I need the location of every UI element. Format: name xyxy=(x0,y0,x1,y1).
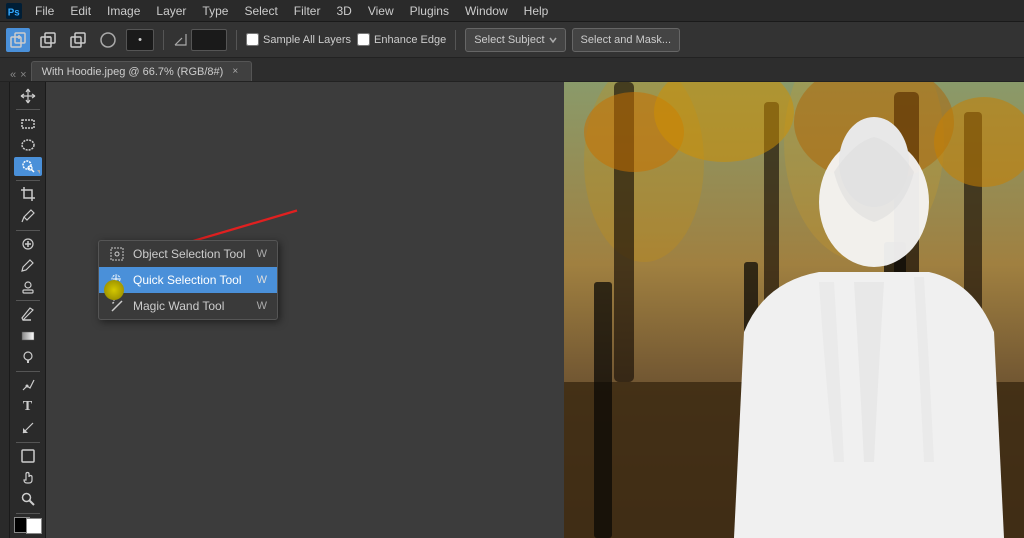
magic-wand-shortcut: W xyxy=(257,300,267,312)
separator-3 xyxy=(455,30,456,50)
context-quick-selection[interactable]: Quick Selection Tool W xyxy=(99,267,277,293)
zoom-tool-btn[interactable] xyxy=(14,489,42,508)
lasso-tool-btn[interactable] xyxy=(14,135,42,154)
magic-wand-label: Magic Wand Tool xyxy=(133,299,224,313)
options-bar: 29° Sample All Layers Enhance Edge Selec… xyxy=(0,22,1024,58)
sample-all-layers-text: Sample All Layers xyxy=(263,34,351,46)
tab-bar: « × With Hoodie.jpeg @ 66.7% (RGB/8#) × xyxy=(0,58,1024,82)
document-tab[interactable]: With Hoodie.jpeg @ 66.7% (RGB/8#) × xyxy=(31,61,253,81)
menu-bar: Ps File Edit Image Layer Type Select Fil… xyxy=(0,0,1024,22)
add-selection-btn[interactable] xyxy=(6,28,30,52)
eraser-tool-btn[interactable] xyxy=(14,305,42,324)
enhance-edge-label[interactable]: Enhance Edge xyxy=(357,33,446,46)
text-tool-btn[interactable]: T xyxy=(14,397,42,416)
toolbar-sep-1 xyxy=(16,109,40,110)
dodge-tool-btn[interactable] xyxy=(14,348,42,367)
enhance-edge-checkbox[interactable] xyxy=(357,33,370,46)
separator-2 xyxy=(236,30,237,50)
toolbar-sep-6 xyxy=(16,442,40,443)
magic-wand-icon xyxy=(109,298,125,314)
quick-selection-menu-icon xyxy=(109,272,125,288)
svg-text:Ps: Ps xyxy=(8,7,21,18)
toolbar-sep-2 xyxy=(16,180,40,181)
separator-1 xyxy=(163,30,164,50)
quick-selection-menu-label: Quick Selection Tool xyxy=(133,273,242,287)
pen-tool-btn[interactable] xyxy=(14,376,42,395)
brush-size-input[interactable] xyxy=(126,29,154,51)
marquee-tool-btn[interactable] xyxy=(14,114,42,133)
color-swatches[interactable] xyxy=(14,517,42,534)
menu-image[interactable]: Image xyxy=(100,2,147,20)
toolbar-sep-4 xyxy=(16,300,40,301)
doc-tab-title: With Hoodie.jpeg @ 66.7% (RGB/8#) xyxy=(42,66,224,78)
object-selection-icon xyxy=(109,246,125,262)
subtract-selection-btn[interactable] xyxy=(36,28,60,52)
context-magic-wand[interactable]: Magic Wand Tool W xyxy=(99,293,277,319)
menu-window[interactable]: Window xyxy=(458,2,515,20)
angle-box: 29° xyxy=(173,29,227,51)
gradient-tool-btn[interactable] xyxy=(14,326,42,345)
menu-3d[interactable]: 3D xyxy=(329,2,358,20)
quick-select-tool-btn[interactable] xyxy=(14,157,42,176)
canvas-area: Object Selection Tool W Quick Selection … xyxy=(46,82,1024,538)
menu-select[interactable]: Select xyxy=(237,2,284,20)
menu-layer[interactable]: Layer xyxy=(149,2,193,20)
toolbar-sep-5 xyxy=(16,371,40,372)
menu-filter[interactable]: Filter xyxy=(287,2,328,20)
select-and-mask-button[interactable]: Select and Mask... xyxy=(572,28,681,52)
object-selection-label: Object Selection Tool xyxy=(133,247,246,261)
context-object-selection[interactable]: Object Selection Tool W xyxy=(99,241,277,267)
menu-type[interactable]: Type xyxy=(195,2,235,20)
hand-tool-btn[interactable] xyxy=(14,468,42,487)
select-subject-button[interactable]: Select Subject xyxy=(465,28,565,52)
brush-size-display xyxy=(96,28,120,52)
tab-close-btn[interactable]: × xyxy=(229,66,241,78)
ps-logo: Ps xyxy=(6,3,22,19)
select-subject-label: Select Subject xyxy=(474,34,544,46)
object-selection-shortcut: W xyxy=(257,248,267,260)
menu-edit[interactable]: Edit xyxy=(63,2,98,20)
brush-tool-btn[interactable] xyxy=(14,256,42,275)
quick-selection-shortcut: W xyxy=(257,274,267,286)
left-toolbar: T xyxy=(10,82,46,538)
chevron-down-icon xyxy=(549,36,557,44)
shape-tool-btn[interactable] xyxy=(14,447,42,466)
enhance-edge-text: Enhance Edge xyxy=(374,34,446,46)
path-select-tool-btn[interactable] xyxy=(14,418,42,437)
move-tool-btn[interactable] xyxy=(14,86,42,105)
panel-toggle2[interactable]: × xyxy=(20,69,26,81)
sample-all-layers-checkbox[interactable] xyxy=(246,33,259,46)
heal-tool-btn[interactable] xyxy=(14,234,42,253)
toolbar-sep-3 xyxy=(16,230,40,231)
select-mask-label: Select and Mask... xyxy=(581,34,672,46)
sample-all-layers-label[interactable]: Sample All Layers xyxy=(246,33,351,46)
tool-context-menu: Object Selection Tool W Quick Selection … xyxy=(98,240,278,320)
stamp-tool-btn[interactable] xyxy=(14,277,42,296)
panel-collapse-area xyxy=(0,82,10,538)
main-area: T xyxy=(0,82,1024,538)
photo-canvas xyxy=(564,82,1024,538)
angle-icon xyxy=(173,32,189,48)
menu-view[interactable]: View xyxy=(361,2,401,20)
menu-help[interactable]: Help xyxy=(517,2,556,20)
panel-toggle[interactable]: « xyxy=(10,69,16,81)
crop-tool-btn[interactable] xyxy=(14,185,42,204)
intersect-selection-btn[interactable] xyxy=(66,28,90,52)
menu-file[interactable]: File xyxy=(28,2,61,20)
eyedropper-tool-btn[interactable] xyxy=(14,206,42,225)
angle-input[interactable]: 29° xyxy=(191,29,227,51)
menu-plugins[interactable]: Plugins xyxy=(403,2,456,20)
toolbar-sep-7 xyxy=(16,513,40,514)
